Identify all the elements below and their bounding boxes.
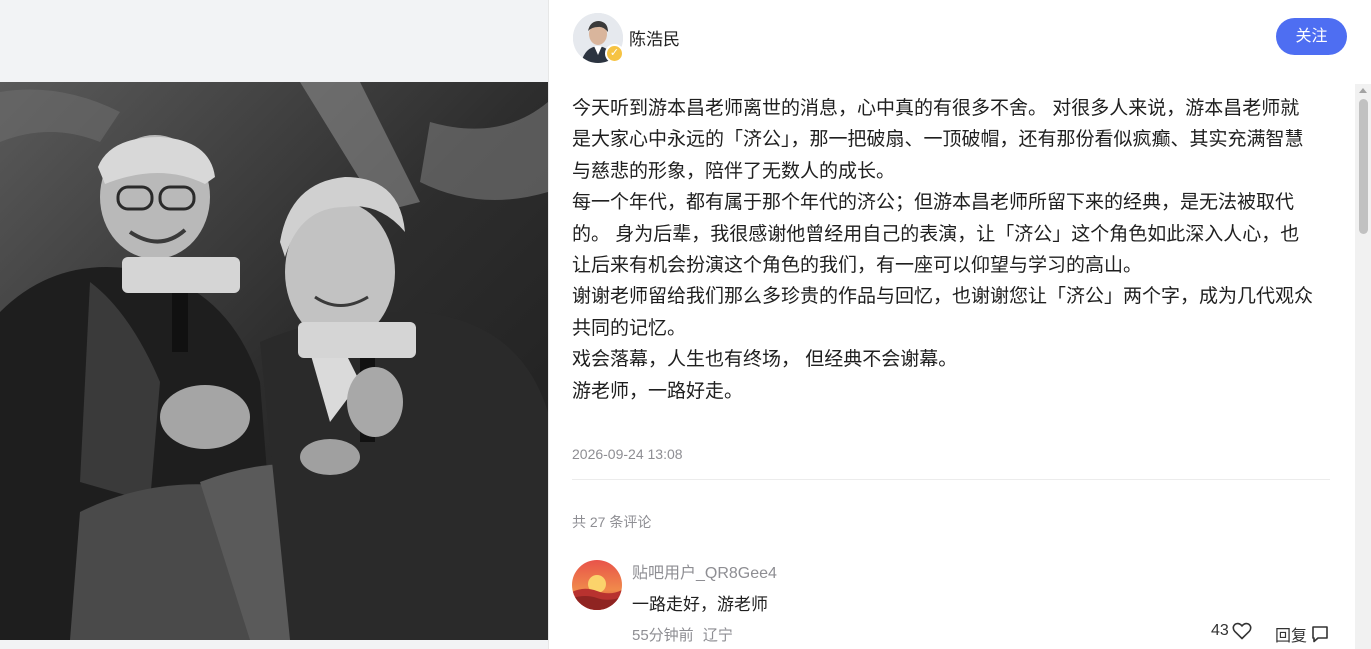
post-body: 今天听到游本昌老师离世的消息，心中真的有很多不舍。 对很多人来说，游本昌老师就是…	[572, 93, 1316, 407]
reply-button[interactable]: 回复	[1275, 622, 1329, 646]
comment-time: 55分钟前	[632, 627, 694, 644]
post-paragraph: 谢谢老师留给我们那么多珍贵的作品与回忆，也谢谢您让「济公」两个字，成为几代观众共…	[572, 286, 1314, 339]
post-content-scroll-area[interactable]: 今天听到游本昌老师离世的消息，心中真的有很多不舍。 对很多人来说，游本昌老师就是…	[549, 84, 1355, 649]
post-paragraph: 今天听到游本昌老师离世的消息，心中真的有很多不舍。 对很多人来说，游本昌老师就是…	[572, 98, 1304, 182]
comment-count: 共 27 条评论	[572, 514, 652, 530]
verified-badge-icon: ✓	[605, 44, 624, 63]
divider	[572, 479, 1330, 480]
comment-item: 贴吧用户_QR8Gee4 一路走好，游老师 55分钟前 辽宁 43 回复	[572, 559, 1332, 649]
commenter-avatar[interactable]	[572, 560, 622, 610]
comment-location: 辽宁	[702, 627, 733, 644]
author-name[interactable]: 陈浩民	[629, 25, 680, 50]
follow-button[interactable]: 关注	[1276, 18, 1347, 55]
comment-text: 一路走好，游老师	[632, 595, 768, 614]
post-detail-panel: ✓ 陈浩民 关注 今天听到游本昌老师离世的消息，心中真的有很多不舍。 对很多人来…	[548, 0, 1371, 649]
image-viewer	[0, 0, 548, 649]
comment-meta: 55分钟前 辽宁	[632, 624, 733, 645]
commenter-name[interactable]: 贴吧用户_QR8Gee4	[632, 559, 777, 583]
comment-bubble-icon	[1312, 626, 1328, 643]
post-photo[interactable]	[0, 82, 548, 640]
post-paragraph: 戏会落幕，人生也有终场， 但经典不会谢幕。	[572, 349, 958, 371]
like-count: 43	[1211, 622, 1229, 639]
author-bar: ✓ 陈浩民 关注	[549, 0, 1371, 74]
post-paragraph: 游老师，一路好走。	[572, 380, 744, 402]
scrollbar-thumb[interactable]	[1359, 99, 1368, 234]
post-paragraph: 每一个年代，都有属于那个年代的济公；但游本昌老师所留下来的经典，是无法被取代的。…	[572, 192, 1300, 277]
like-button[interactable]: 43	[1211, 622, 1252, 640]
post-timestamp: 2026-09-24 13:08	[572, 446, 683, 462]
scroll-up-arrow-icon[interactable]	[1359, 88, 1367, 93]
heart-icon	[1232, 622, 1252, 640]
scrollbar[interactable]	[1355, 84, 1371, 649]
reply-label: 回复	[1275, 628, 1308, 645]
